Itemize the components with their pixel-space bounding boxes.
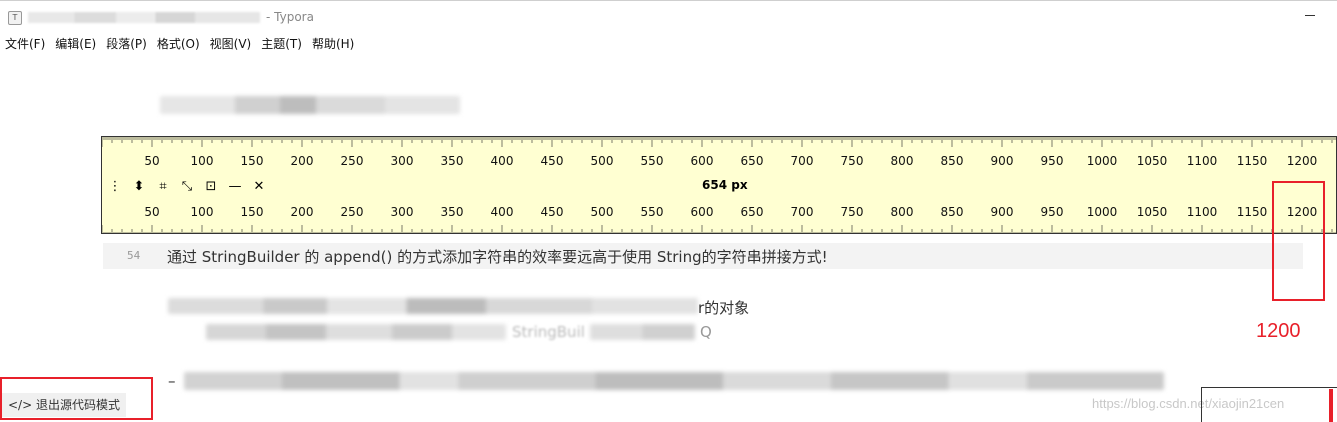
ruler-label-top: 300 xyxy=(391,154,414,168)
source-code-line[interactable]: 54 通过 StringBuilder 的 append() 的方式添加字符串的… xyxy=(103,243,1303,269)
blurred-text-line-2b xyxy=(590,324,695,340)
window-title-suffix: - Typora xyxy=(266,10,314,24)
ruler-label-bottom: 950 xyxy=(1041,205,1064,219)
ruler-label-top: 250 xyxy=(341,154,364,168)
ruler-label-top: 600 xyxy=(691,154,714,168)
ruler-label-bottom: 200 xyxy=(291,205,314,219)
ruler-label-bottom: 100 xyxy=(191,205,214,219)
close-icon[interactable]: ✕ xyxy=(252,179,266,194)
ruler-toolbar: ⋮ ⬍ ⌗ ⤡ ⊡ — ✕ xyxy=(108,179,266,194)
window-title: - Typora xyxy=(28,10,314,24)
ruler-label-bottom: 50 xyxy=(144,205,159,219)
annotation-box-ruler xyxy=(1272,181,1325,301)
ruler-label-bottom: 900 xyxy=(991,205,1014,219)
ruler-label-top: 1100 xyxy=(1187,154,1218,168)
ruler-label-top: 950 xyxy=(1041,154,1064,168)
ruler-label-bottom: 400 xyxy=(491,205,514,219)
ruler-label-bottom: 800 xyxy=(891,205,914,219)
ruler-label-top: 450 xyxy=(541,154,564,168)
ruler-label-bottom: 650 xyxy=(741,205,764,219)
ruler-label-top: 150 xyxy=(241,154,264,168)
minimize-icon[interactable]: — xyxy=(228,179,242,194)
menu-theme[interactable]: 主题(T) xyxy=(256,33,307,53)
title-bar: T - Typora xyxy=(0,0,1337,32)
diagonal-icon[interactable]: ⤡ xyxy=(180,179,194,194)
crop-icon[interactable]: ⌗ xyxy=(156,179,170,194)
menu-format[interactable]: 格式(O) xyxy=(152,33,205,53)
ruler-label-bottom: 1000 xyxy=(1087,205,1118,219)
ruler-label-bottom: 700 xyxy=(791,205,814,219)
center-icon[interactable]: ⊡ xyxy=(204,179,218,194)
ruler-label-top: 550 xyxy=(641,154,664,168)
ruler-label-bottom: 1100 xyxy=(1187,205,1218,219)
ruler-label-top: 1200 xyxy=(1287,154,1318,168)
window-minimize-button[interactable] xyxy=(1305,15,1315,16)
text-line-2-tail: r的对象 xyxy=(698,299,750,317)
ruler-label-bottom: 300 xyxy=(391,205,414,219)
ruler-label-top: 500 xyxy=(591,154,614,168)
menu-edit[interactable]: 编辑(E) xyxy=(50,33,101,53)
corner-frame xyxy=(1201,387,1337,422)
ruler-label-bottom: 1050 xyxy=(1137,205,1168,219)
ruler-label-bottom: 500 xyxy=(591,205,614,219)
line-number: 54 xyxy=(127,249,141,262)
ruler-width-readout: 654 px xyxy=(702,178,748,192)
ruler-label-top: 750 xyxy=(841,154,864,168)
ruler-label-bottom: 1150 xyxy=(1237,205,1268,219)
annotation-label: 1200 xyxy=(1256,320,1301,342)
ruler-label-bottom: 250 xyxy=(341,205,364,219)
menu-file[interactable]: 文件(F) xyxy=(0,33,50,53)
blurred-filename xyxy=(28,12,260,23)
ruler-label-top: 650 xyxy=(741,154,764,168)
list-dash: – xyxy=(168,372,176,390)
blurred-text-line-1 xyxy=(168,298,698,314)
ruler-label-top: 50 xyxy=(144,154,159,168)
ruler-label-top: 350 xyxy=(441,154,464,168)
ruler-label-top: 1150 xyxy=(1237,154,1268,168)
ruler-label-bottom: 550 xyxy=(641,205,664,219)
move-icon[interactable]: ⋮ xyxy=(108,179,122,194)
line-text: 通过 StringBuilder 的 append() 的方式添加字符串的效率要… xyxy=(167,248,828,266)
corner-red-mark xyxy=(1329,389,1333,422)
ruler-label-bottom: 450 xyxy=(541,205,564,219)
blurred-text-line-3 xyxy=(184,372,1164,390)
blurred-text-line-2 xyxy=(206,324,506,340)
ruler-label-top: 850 xyxy=(941,154,964,168)
ruler-label-top: 1000 xyxy=(1087,154,1118,168)
menu-paragraph[interactable]: 段落(P) xyxy=(101,33,152,53)
ruler-label-top: 400 xyxy=(491,154,514,168)
ruler-label-top: 1050 xyxy=(1137,154,1168,168)
resize-vertical-icon[interactable]: ⬍ xyxy=(132,179,146,194)
annotation-box-status xyxy=(0,377,153,420)
blurred-heading xyxy=(160,96,460,114)
menu-help[interactable]: 帮助(H) xyxy=(307,33,359,53)
ruler-label-top: 200 xyxy=(291,154,314,168)
ruler-label-bottom: 150 xyxy=(241,205,264,219)
ruler-label-bottom: 750 xyxy=(841,205,864,219)
ruler-label-top: 800 xyxy=(891,154,914,168)
screen-ruler[interactable]: 50 50 100 100 150 150 200 200 250 250 300 300 350 350… xyxy=(101,136,1337,234)
menu-bar: 文件(F) 编辑(E) 段落(P) 格式(O) 视图(V) 主题(T) 帮助(H… xyxy=(0,33,359,53)
ruler-label-bottom: 850 xyxy=(941,205,964,219)
text-line-3-part: StringBuil xyxy=(512,323,585,341)
ruler-label-top: 100 xyxy=(191,154,214,168)
menu-view[interactable]: 视图(V) xyxy=(205,33,257,53)
ruler-label-bottom: 350 xyxy=(441,205,464,219)
typora-app-icon: T xyxy=(8,11,22,25)
ruler-label-top: 900 xyxy=(991,154,1014,168)
ruler-label-top: 700 xyxy=(791,154,814,168)
ruler-label-bottom: 600 xyxy=(691,205,714,219)
text-line-3-tail: Q xyxy=(700,323,712,341)
